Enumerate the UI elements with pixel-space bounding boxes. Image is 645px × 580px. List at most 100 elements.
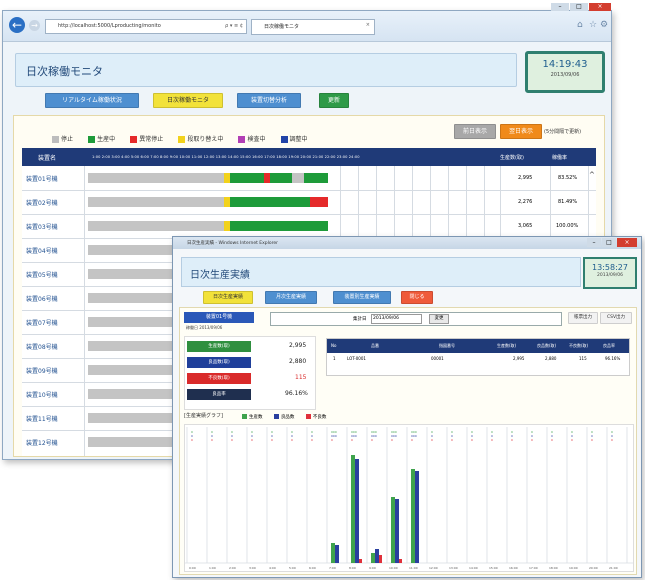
- svg-text:0: 0: [251, 438, 253, 442]
- svg-text:2:00: 2:00: [229, 566, 236, 570]
- device-name[interactable]: 装置07号機: [22, 318, 86, 327]
- monthly-production-button[interactable]: 月次生産実績: [265, 291, 317, 304]
- th-good: 良品数(取): [537, 343, 557, 348]
- close-button[interactable]: 閉じる: [401, 291, 433, 304]
- table-row[interactable]: 装置02号機 2,276 81.49%: [22, 190, 596, 214]
- device-name[interactable]: 装置01号機: [22, 174, 86, 183]
- svg-text:9:00: 9:00: [369, 566, 376, 570]
- legend-defect: 不良数: [305, 414, 326, 420]
- close-icon[interactable]: ×: [589, 3, 611, 11]
- gear-icon[interactable]: ⚙: [600, 20, 608, 30]
- legend-inspection: 検査中: [238, 134, 265, 143]
- device-column-header: 装置名: [38, 155, 57, 162]
- td-good: 2,880: [545, 356, 557, 361]
- svg-text:0: 0: [611, 438, 613, 442]
- minimize-icon[interactable]: –: [551, 3, 569, 11]
- production-title-panel: 日次生産実績: [181, 257, 581, 287]
- svg-text:1:00: 1:00: [209, 566, 216, 570]
- svg-text:0: 0: [351, 438, 353, 442]
- address-bar[interactable]: http://localhost:5000/Lproducting/monito…: [45, 19, 247, 34]
- production-chart: 000 000 000 000 000 000 000 000 000 0 000 0…: [184, 424, 634, 572]
- device-name[interactable]: 装置05号機: [22, 270, 86, 279]
- status-bar-producing: [304, 173, 328, 183]
- stat-value-defect: 115: [295, 374, 307, 381]
- device-name[interactable]: 装置11号機: [22, 414, 86, 423]
- stat-label-yield: 良品率: [187, 389, 251, 400]
- svg-text:6:00: 6:00: [309, 566, 316, 570]
- chart-gridlines: [185, 427, 633, 564]
- table-row[interactable]: 装置03号機 3,065 100.00%: [22, 214, 596, 238]
- realtime-status-button[interactable]: リアルタイム稼働状況: [45, 93, 139, 108]
- home-icon[interactable]: ⌂: [577, 20, 583, 30]
- report-output-button[interactable]: 帳票出力: [568, 312, 598, 324]
- refresh-button[interactable]: 更新: [319, 93, 349, 108]
- star-icon[interactable]: ☆: [589, 20, 597, 30]
- svg-text:11:00: 11:00: [409, 566, 418, 570]
- forward-icon[interactable]: →: [29, 20, 40, 31]
- table-row[interactable]: 1 LOT-0001 00001 2,995 2,880 115 96.16%: [327, 355, 629, 365]
- table-row[interactable]: 装置01号機 2,995 83.52% ^: [22, 166, 596, 190]
- svg-text:21:00: 21:00: [609, 566, 618, 570]
- clock-time: 14:19:43: [542, 59, 588, 70]
- address-controls: ρ ▾ ≡ ¢: [225, 23, 243, 29]
- stat-value-yield: 96.16%: [285, 390, 308, 397]
- rate-value: 83.52%: [558, 175, 578, 181]
- daily-production-button[interactable]: 日次生産実績: [203, 291, 253, 304]
- stat-label-good: 良品数(取): [187, 357, 251, 368]
- maximize-icon[interactable]: □: [602, 238, 616, 247]
- th-part: 品番: [371, 343, 379, 348]
- device-name[interactable]: 装置06号機: [22, 294, 86, 303]
- device-switch-button[interactable]: 装置切替分析: [237, 93, 301, 108]
- scroll-up-icon[interactable]: ^: [589, 171, 595, 179]
- csv-output-button[interactable]: CSV出力: [600, 312, 632, 324]
- production-window: 日次生産実績 - Windows Internet Explorer – □ ×…: [172, 236, 642, 578]
- clock-date: 2013/09/06: [550, 72, 580, 78]
- svg-text:0: 0: [371, 438, 373, 442]
- svg-text:0: 0: [391, 438, 393, 442]
- device-name[interactable]: 装置08号機: [22, 342, 86, 351]
- device-name[interactable]: 装置09号機: [22, 366, 86, 375]
- prev-day-button[interactable]: 前日表示: [454, 124, 496, 139]
- svg-text:0: 0: [191, 438, 193, 442]
- device-name[interactable]: 装置12号機: [22, 438, 86, 447]
- svg-text:0: 0: [511, 438, 513, 442]
- svg-text:0: 0: [211, 438, 213, 442]
- output-value: 2,995: [518, 175, 533, 181]
- svg-text:19:00: 19:00: [569, 566, 578, 570]
- bar-good: [355, 459, 359, 563]
- device-production-button[interactable]: 装置別生産実績: [333, 291, 391, 304]
- legend-produced: 生産数: [242, 414, 263, 420]
- svg-text:0: 0: [571, 438, 573, 442]
- daily-monitor-button[interactable]: 日次稼働モニタ: [153, 93, 223, 108]
- svg-text:0: 0: [311, 438, 313, 442]
- hours-column-header: 1:00 2:00 3:00 4:00 5:00 6:00 7:00 8:00 …: [92, 155, 360, 159]
- svg-text:20:00: 20:00: [589, 566, 598, 570]
- svg-text:4:00: 4:00: [269, 566, 276, 570]
- svg-text:0: 0: [551, 438, 553, 442]
- svg-text:13:00: 13:00: [449, 566, 458, 570]
- machine-tag: 装置01号機: [184, 312, 254, 323]
- browser-tab[interactable]: 日次稼働モニタ ×: [251, 19, 375, 35]
- svg-text:16:00: 16:00: [509, 566, 518, 570]
- bar-produced: [351, 455, 355, 563]
- device-name[interactable]: 装置02号機: [22, 198, 86, 207]
- production-content: 装置01号機 稼働日 2013/09/06 集計日 2013/09/06 変更 …: [179, 307, 637, 575]
- maximize-icon[interactable]: □: [570, 3, 588, 11]
- close-icon[interactable]: ×: [617, 238, 637, 247]
- device-name[interactable]: 装置10号機: [22, 390, 86, 399]
- graph-title: [生産実績グラフ]: [184, 413, 223, 419]
- bar-produced: [331, 543, 335, 563]
- window-title: 日次生産実績 - Windows Internet Explorer: [187, 241, 279, 246]
- chart-svg: 000 000 000 000 000 000 000 0000000 0000…: [185, 427, 633, 570]
- legend-setup: 段取り替え中: [178, 134, 223, 143]
- next-day-button[interactable]: 翌日表示: [500, 124, 542, 139]
- minimize-icon[interactable]: –: [587, 238, 601, 247]
- status-bar-producing: [270, 173, 292, 183]
- back-icon[interactable]: ←: [9, 17, 25, 33]
- date-input[interactable]: 2013/09/06: [371, 314, 422, 324]
- date-change-button[interactable]: 変更: [429, 314, 449, 324]
- page-title: 日次生産実績: [190, 270, 250, 281]
- device-name[interactable]: 装置03号機: [22, 222, 86, 231]
- tab-close-icon[interactable]: ×: [366, 22, 370, 28]
- device-name[interactable]: 装置04号機: [22, 246, 86, 255]
